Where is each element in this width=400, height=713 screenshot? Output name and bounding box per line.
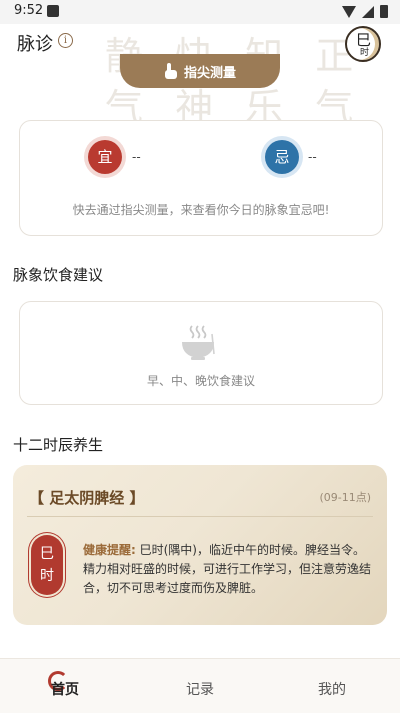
notification-icon bbox=[47, 5, 59, 17]
ji-value: -- bbox=[308, 150, 317, 164]
nav-records[interactable]: 记录 bbox=[186, 679, 214, 699]
yiji-card: 宜 -- 忌 -- 快去通过指尖测量，来查看你今日的脉象宜忌吧! bbox=[19, 120, 383, 236]
diet-section-title: 脉象饮食建议 bbox=[13, 266, 104, 284]
seal-label: 时 bbox=[40, 568, 54, 584]
advice-label: 健康提醒: bbox=[83, 543, 136, 557]
nav-mine[interactable]: 我的 bbox=[318, 679, 346, 699]
shichen-badge-label: 时 bbox=[360, 48, 370, 58]
ji-badge: 忌 bbox=[265, 140, 299, 174]
health-advice: 健康提醒: 巳时(隅中)，临近中午的时候。脾经当令。精力相对旺盛的时候，可进行工… bbox=[83, 541, 373, 598]
status-time: 9:52 bbox=[14, 3, 44, 18]
status-icons bbox=[342, 5, 388, 18]
yi-value: -- bbox=[132, 150, 141, 164]
measure-button-label: 指尖测量 bbox=[183, 65, 236, 81]
yi-badge: 宜 bbox=[88, 140, 122, 174]
page-title: 脉诊 bbox=[17, 34, 53, 55]
card-divider bbox=[27, 516, 373, 517]
shichen-badge[interactable]: 巳 时 bbox=[345, 26, 381, 62]
meridian-name: 【 足太阴脾经 】 bbox=[29, 489, 145, 507]
battery-icon bbox=[380, 5, 388, 18]
bottom-nav: 首页 记录 我的 bbox=[0, 658, 400, 713]
diet-hint: 早、中、晚饮食建议 bbox=[146, 374, 255, 388]
shichen-seal: 巳 时 bbox=[31, 535, 63, 595]
shichen-section-title: 十二时辰养生 bbox=[13, 436, 104, 454]
info-icon[interactable]: i bbox=[58, 33, 73, 48]
yiji-hint: 快去通过指尖测量，来查看你今日的脉象宜忌吧! bbox=[72, 203, 330, 217]
rice-bowl-icon bbox=[182, 325, 215, 360]
signal-icon bbox=[362, 5, 374, 18]
nav-home[interactable]: 首页 bbox=[51, 679, 79, 699]
hand-pointer-icon bbox=[164, 63, 178, 79]
shichen-card[interactable]: 【 足太阴脾经 】 (09-11点) 巳 时 健康提醒: 巳时(隅中)，临近中午… bbox=[13, 465, 387, 625]
wifi-icon bbox=[342, 5, 356, 18]
diet-card[interactable]: 早、中、晚饮食建议 bbox=[19, 301, 383, 405]
seal-char: 巳 bbox=[40, 546, 54, 562]
meridian-time: (09-11点) bbox=[319, 491, 371, 504]
fingertip-measure-button[interactable]: 指尖测量 bbox=[120, 54, 280, 88]
status-bar: 9:52 bbox=[0, 0, 400, 24]
